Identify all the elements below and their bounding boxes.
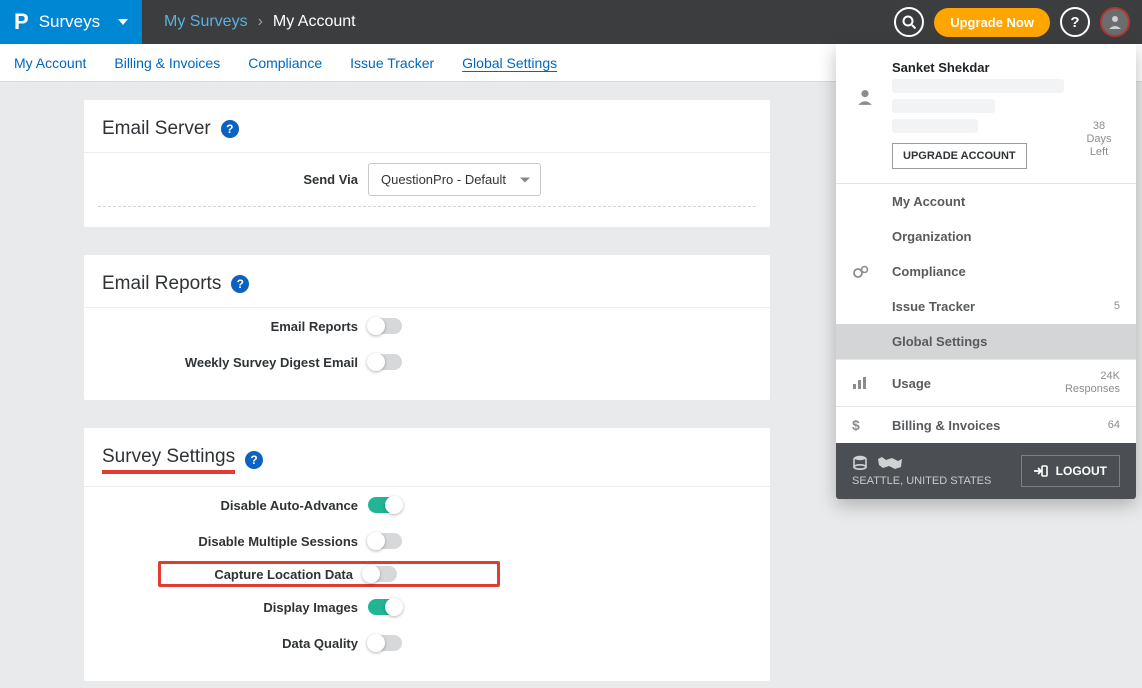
- upgrade-now-button[interactable]: Upgrade Now: [934, 8, 1050, 37]
- tab-my-account[interactable]: My Account: [14, 55, 86, 71]
- highlight-capture-location: Capture Location Data: [158, 561, 500, 587]
- label-email-reports: Email Reports: [98, 319, 368, 334]
- product-title: Surveys: [39, 12, 100, 32]
- avatar-icon: [1107, 14, 1123, 30]
- menu-item-issue-tracker[interactable]: Issue Tracker 5: [836, 289, 1136, 324]
- panel-survey-settings: Survey Settings ? Disable Auto-Advance D…: [84, 428, 770, 681]
- label-send-via: Send Via: [98, 172, 368, 187]
- panel-title: Email Server: [102, 118, 211, 140]
- label-data-quality: Data Quality: [98, 636, 368, 651]
- toggle-data-quality[interactable]: [368, 635, 402, 651]
- label-weekly-digest: Weekly Survey Digest Email: [98, 355, 368, 370]
- tab-issue-tracker[interactable]: Issue Tracker: [350, 55, 434, 71]
- panel-title: Survey Settings: [102, 446, 235, 474]
- menu-item-global-settings[interactable]: Global Settings: [836, 324, 1136, 359]
- chevron-right-icon: ›: [258, 13, 263, 31]
- toggle-email-reports[interactable]: [368, 318, 402, 334]
- toggle-display-images[interactable]: [368, 599, 402, 615]
- menu-item-billing[interactable]: $ Billing & Invoices 64: [836, 407, 1136, 443]
- tab-billing[interactable]: Billing & Invoices: [114, 55, 220, 71]
- top-bar: P Surveys My Surveys › My Account Upgrad…: [0, 0, 1142, 44]
- bars-icon: [852, 376, 892, 390]
- account-menu: Sanket Shekdar UPGRADE ACCOUNT 38 Days L…: [836, 44, 1136, 499]
- gears-icon: [852, 265, 892, 279]
- logout-icon: [1034, 465, 1048, 477]
- help-button[interactable]: ?: [1060, 7, 1090, 37]
- panel-email-server: Email Server ? Send Via QuestionPro - De…: [84, 100, 770, 227]
- redacted-line: [892, 99, 995, 113]
- label-capture-location-data: Capture Location Data: [161, 567, 363, 582]
- search-button[interactable]: [894, 7, 924, 37]
- toggle-weekly-digest[interactable]: [368, 354, 402, 370]
- toggle-disable-auto-advance[interactable]: [368, 497, 402, 513]
- dollar-icon: $: [852, 417, 892, 433]
- tab-global-settings[interactable]: Global Settings: [462, 55, 557, 71]
- avatar-button[interactable]: [1100, 7, 1130, 37]
- product-switcher[interactable]: P Surveys: [0, 0, 142, 44]
- user-icon: [852, 60, 878, 169]
- tab-compliance[interactable]: Compliance: [248, 55, 322, 71]
- help-icon[interactable]: ?: [231, 275, 249, 293]
- search-icon: [902, 15, 916, 29]
- days-left: 38 Days Left: [1078, 60, 1120, 169]
- menu-item-usage[interactable]: Usage 24KResponses: [836, 360, 1136, 406]
- breadcrumb-level2: My Account: [273, 13, 356, 31]
- select-send-via[interactable]: QuestionPro - Default: [368, 163, 541, 196]
- top-right-actions: Upgrade Now ?: [894, 7, 1142, 37]
- caret-down-icon: [118, 19, 128, 25]
- logo-icon: P: [14, 9, 29, 35]
- location-text: SEATTLE, UNITED STATES: [852, 475, 991, 487]
- label-display-images: Display Images: [98, 600, 368, 615]
- database-icon: [852, 455, 868, 471]
- main-content: Email Server ? Send Via QuestionPro - De…: [0, 82, 770, 681]
- panel-title: Email Reports: [102, 273, 221, 295]
- question-icon: ?: [1070, 14, 1079, 31]
- help-icon[interactable]: ?: [245, 451, 263, 469]
- help-icon[interactable]: ?: [221, 120, 239, 138]
- redacted-line: [892, 79, 1064, 93]
- upgrade-account-button[interactable]: UPGRADE ACCOUNT: [892, 143, 1027, 169]
- menu-item-compliance[interactable]: Compliance: [836, 254, 1136, 289]
- menu-item-organization[interactable]: Organization: [836, 219, 1136, 254]
- breadcrumb: My Surveys › My Account: [142, 13, 356, 31]
- label-disable-multiple-sessions: Disable Multiple Sessions: [98, 534, 368, 549]
- redacted-line: [892, 119, 978, 133]
- toggle-capture-location-data[interactable]: [363, 566, 397, 582]
- map-icon: [876, 455, 904, 471]
- panel-email-reports: Email Reports ? Email Reports Weekly Sur…: [84, 255, 770, 400]
- logout-button[interactable]: LOGOUT: [1021, 455, 1120, 487]
- svg-text:$: $: [852, 417, 860, 433]
- account-user-name: Sanket Shekdar: [892, 60, 1064, 75]
- menu-item-my-account[interactable]: My Account: [836, 184, 1136, 219]
- label-disable-auto-advance: Disable Auto-Advance: [98, 498, 368, 513]
- breadcrumb-level1[interactable]: My Surveys: [164, 13, 248, 31]
- toggle-disable-multiple-sessions[interactable]: [368, 533, 402, 549]
